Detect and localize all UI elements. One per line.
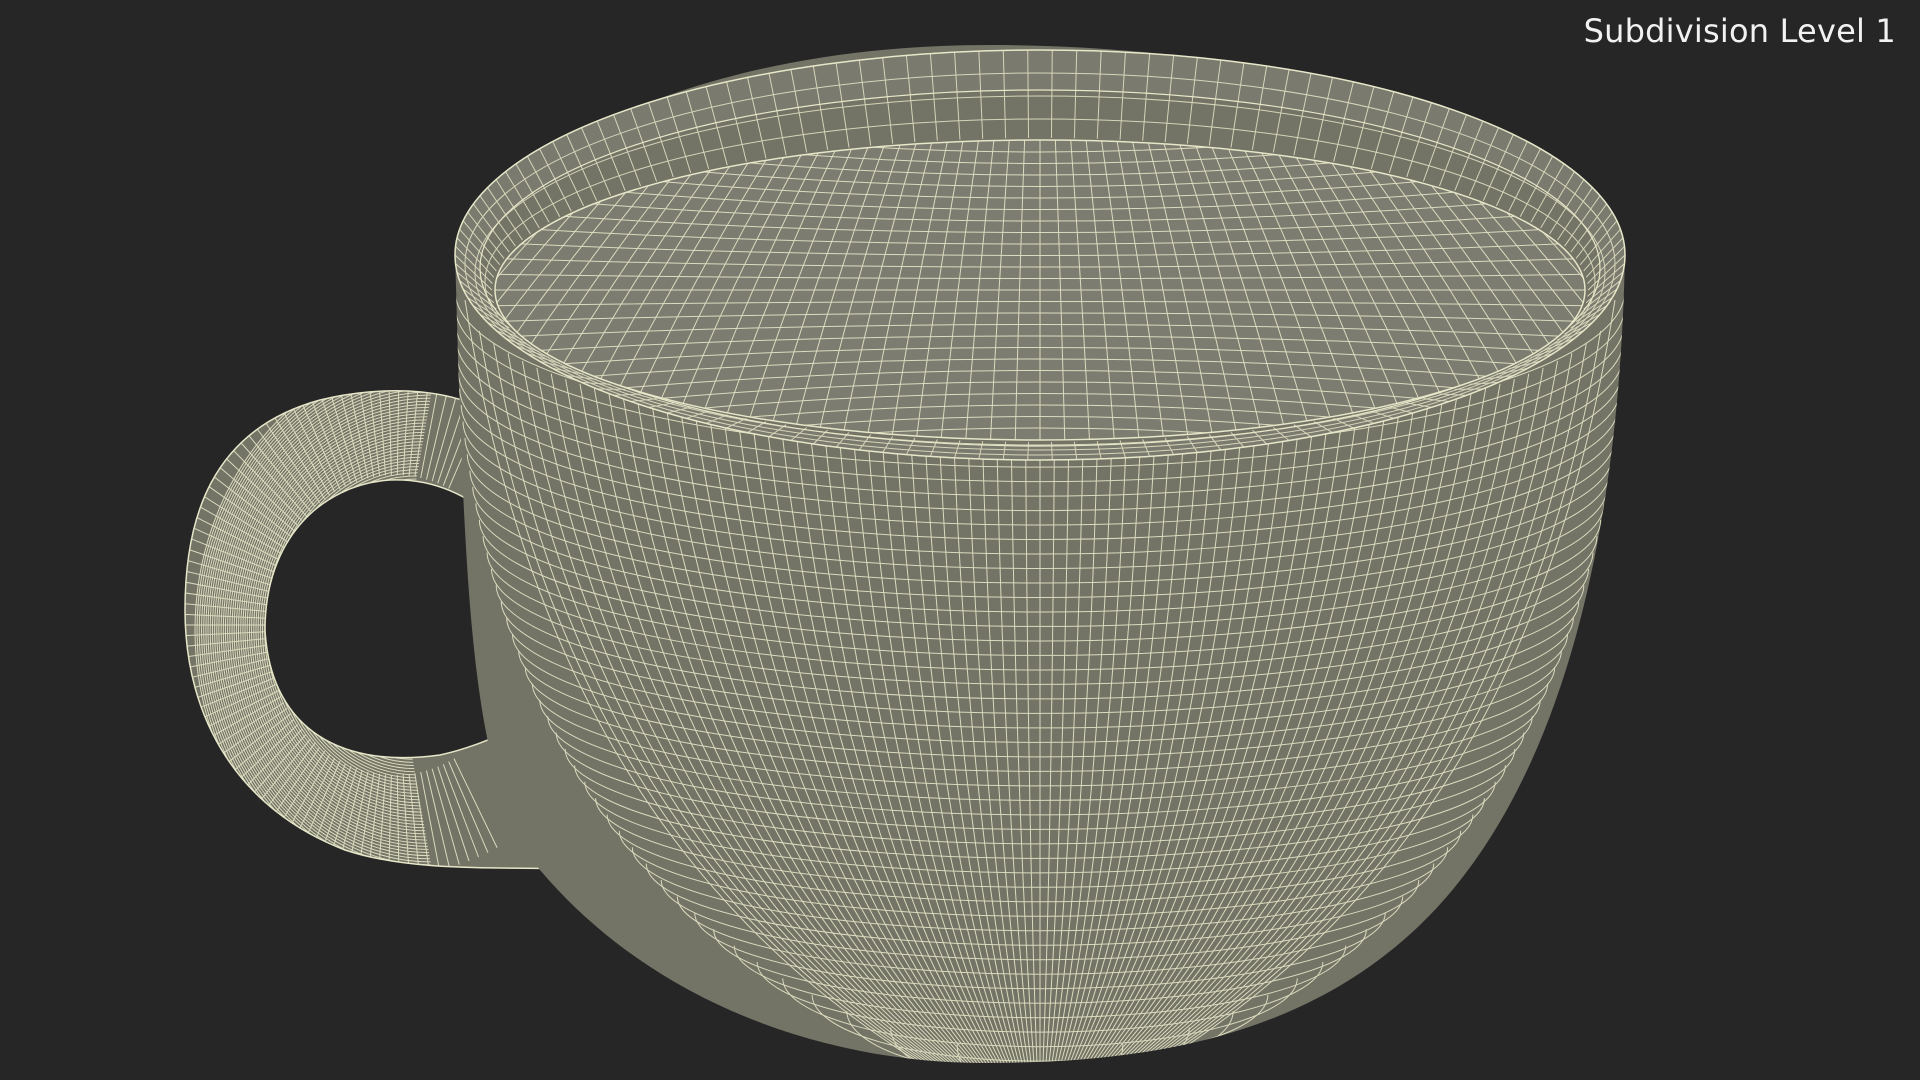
teacup-wireframe-render <box>184 45 1626 1063</box>
subdivision-level-label: Subdivision Level 1 <box>1583 12 1896 50</box>
3d-viewport[interactable]: Subdivision Level 1 <box>0 0 1920 1080</box>
